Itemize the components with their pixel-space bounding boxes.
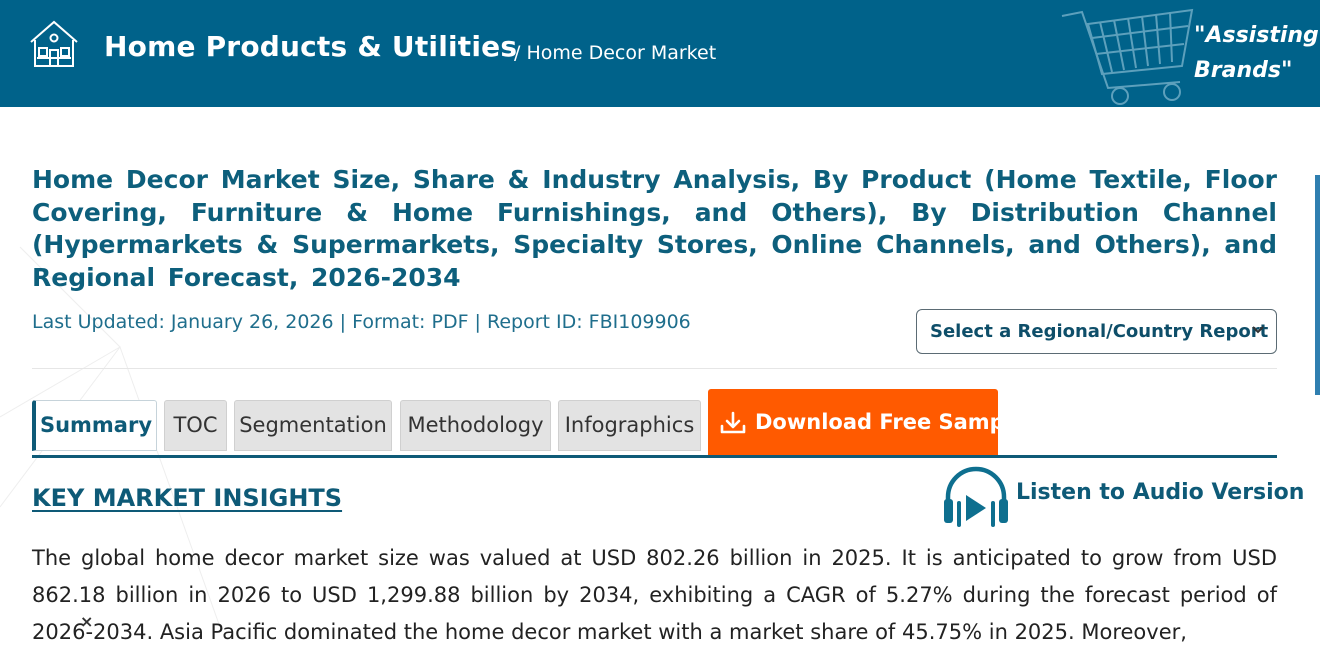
tab-toc-label: TOC (173, 413, 218, 437)
tagline-line-2: Brands" (1194, 58, 1293, 83)
breadcrumb[interactable]: / Home Decor Market (514, 42, 716, 64)
close-icon[interactable]: × (80, 612, 93, 631)
house-icon[interactable] (28, 18, 80, 70)
scroll-indicator[interactable] (1315, 175, 1320, 395)
shopping-cart-icon (1061, 8, 1194, 105)
tab-infographics-label: Infographics (564, 413, 695, 437)
tab-summary-label: Summary (39, 413, 153, 437)
tab-toc[interactable]: TOC (164, 400, 227, 451)
tagline: "Assisting V Brands" (1194, 18, 1320, 88)
tab-segmentation-label: Segmentation (239, 413, 387, 437)
tab-methodology-label: Methodology (407, 413, 544, 437)
tab-methodology[interactable]: Methodology (400, 400, 551, 451)
report-meta: Last Updated: January 26, 2026 | Format:… (32, 311, 691, 333)
tab-infographics[interactable]: Infographics (558, 400, 701, 451)
download-free-sample-button[interactable]: Download Free Sample (708, 389, 1026, 455)
key-market-insights-heading: KEY MARKET INSIGHTS (32, 484, 343, 512)
region-report-select[interactable]: Select a Regional/Country Report (916, 309, 1277, 354)
chevron-down-icon (1252, 326, 1264, 334)
brand-title[interactable]: Home Products & Utilities (104, 30, 517, 63)
divider (32, 368, 1277, 369)
site-header: Home Products & Utilities / Home Decor M… (0, 0, 1320, 107)
region-report-select-label: Select a Regional/Country Report (930, 321, 1269, 342)
tab-underline (32, 455, 1277, 458)
headphones-play-icon[interactable] (942, 465, 1010, 527)
download-icon (720, 411, 746, 434)
tagline-line-1: "Assisting V (1194, 23, 1320, 48)
download-free-sample-label: Download Free Sample (755, 410, 1027, 434)
market-summary-paragraph: The global home decor market size was va… (32, 546, 1277, 644)
listen-audio-link[interactable]: Listen to Audio Version (1016, 480, 1304, 505)
report-title: Home Decor Market Size, Share & Industry… (32, 165, 1277, 292)
tab-segmentation[interactable]: Segmentation (234, 400, 392, 451)
tab-summary[interactable]: Summary (32, 400, 157, 451)
